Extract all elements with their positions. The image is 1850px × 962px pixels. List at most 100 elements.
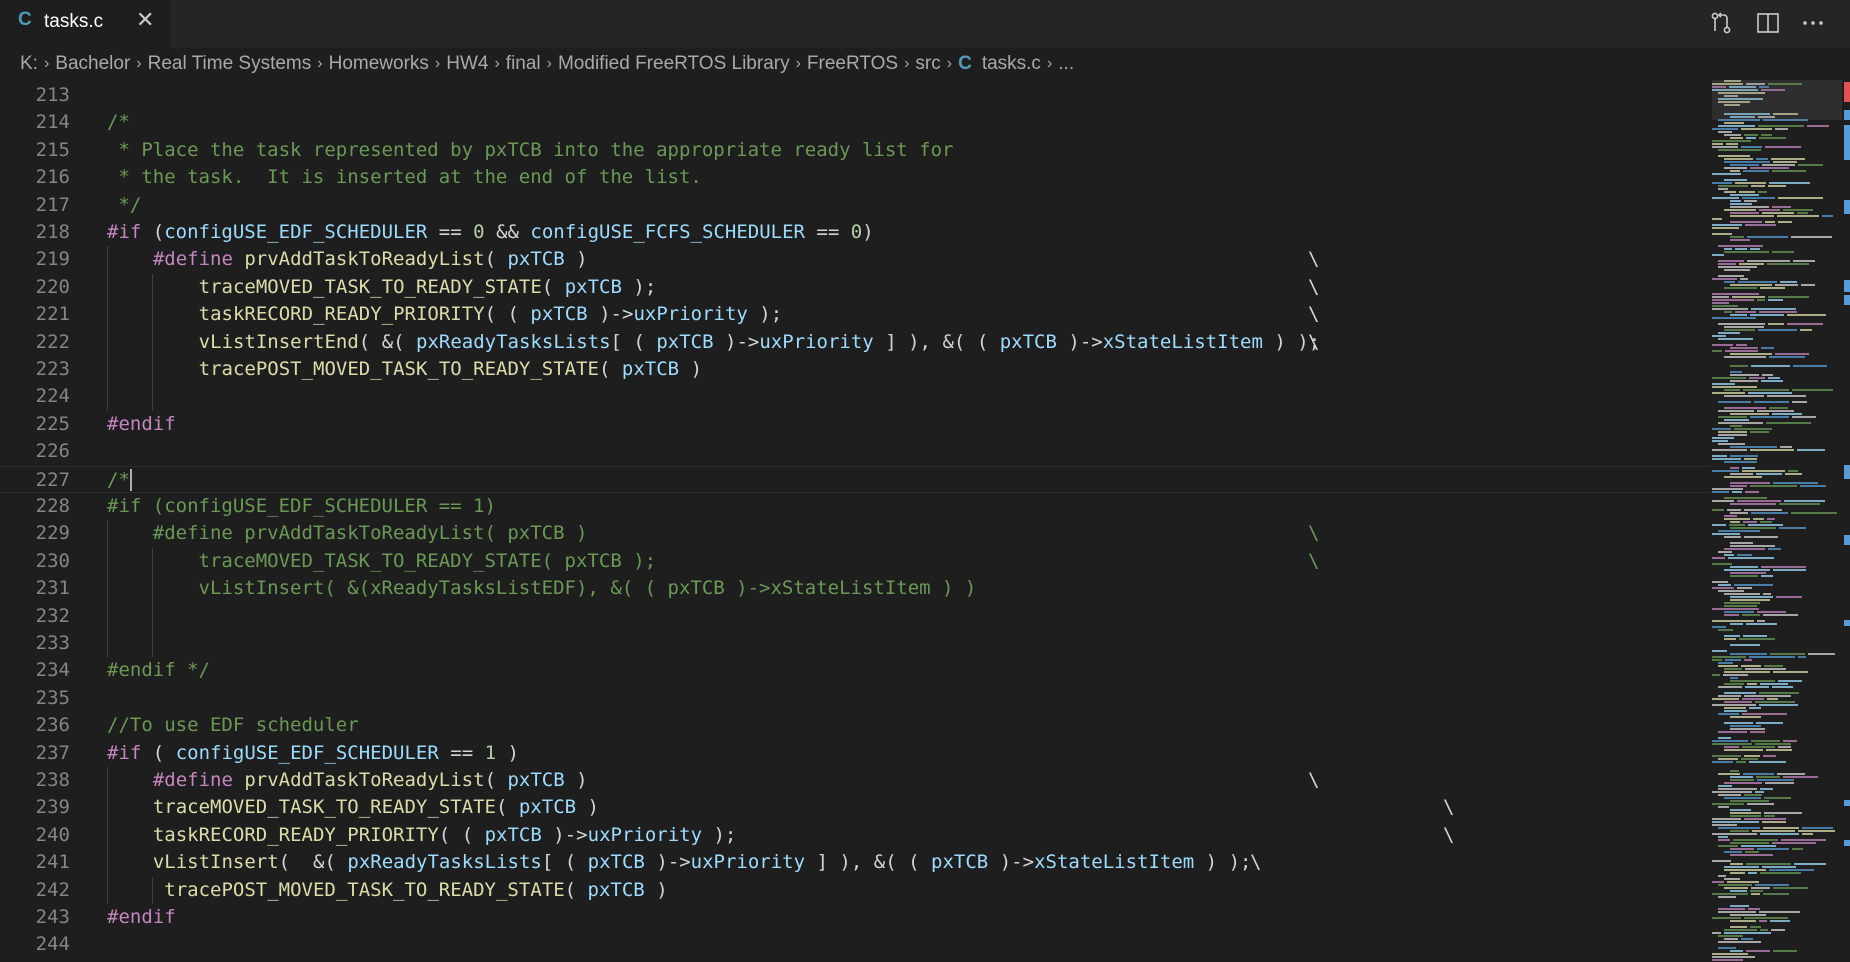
code-text: #if ( configUSE_EDF_SCHEDULER == 1 ) <box>107 741 519 764</box>
code-line[interactable]: 232 <box>0 603 1710 630</box>
breadcrumb-item[interactable]: FreeRTOS <box>807 53 898 75</box>
code-line[interactable]: 225 #endif <box>0 411 1710 438</box>
minimap-line <box>1741 146 1762 148</box>
minimap-line <box>1743 635 1767 637</box>
minimap-line <box>1724 722 1753 724</box>
code-line[interactable]: 213 <box>0 82 1710 109</box>
minimap-line <box>1730 776 1753 778</box>
open-changes-icon[interactable] <box>1708 10 1734 36</box>
tab-tasks-c[interactable]: C tasks.c ✕ <box>0 0 170 48</box>
minimap-line <box>1712 278 1737 280</box>
code-line[interactable]: 223 tracePOST_MOVED_TASK_TO_READY_STATE(… <box>0 356 1710 383</box>
code-line[interactable]: 215 * Place the task represented by pxTC… <box>0 137 1710 164</box>
minimap-line <box>1745 851 1759 853</box>
indent-guide <box>107 520 108 658</box>
code-line[interactable]: 220 traceMOVED_TASK_TO_READY_STATE( pxTC… <box>0 274 1710 301</box>
minimap-line <box>1802 827 1833 829</box>
code-line[interactable]: 243 #endif <box>0 904 1710 931</box>
code-text: taskRECORD_READY_PRIORITY( ( pxTCB )->ux… <box>152 823 737 846</box>
breadcrumb-item[interactable]: Modified FreeRTOS Library <box>558 53 790 75</box>
code-line[interactable]: 238 #define prvAddTaskToReadyList( pxTCB… <box>0 767 1710 794</box>
minimap-line <box>1745 686 1769 688</box>
breadcrumb-item[interactable]: HW4 <box>446 53 488 75</box>
code-line[interactable]: 228 #if (configUSE_EDF_SCHEDULER == 1) <box>0 493 1710 520</box>
minimap-line <box>1775 284 1798 286</box>
code-line[interactable]: 227 /* <box>0 465 1710 493</box>
minimap-line <box>1743 389 1789 391</box>
minimap-line <box>1718 794 1741 796</box>
minimap-line <box>1791 236 1832 238</box>
breadcrumb-symbols[interactable]: ... <box>1058 53 1074 75</box>
minimap-line <box>1742 746 1775 748</box>
code-editor[interactable]: 213 214 /* 215 * Place the task represented… <box>0 80 1710 962</box>
minimap-line <box>1730 830 1749 832</box>
minimap-line <box>1750 416 1789 418</box>
minimap-line <box>1724 287 1757 289</box>
breadcrumb-item[interactable]: src <box>915 53 940 75</box>
code-line[interactable]: 236 //To use EDF scheduler <box>0 712 1710 739</box>
code-line[interactable]: 244 <box>0 931 1710 958</box>
minimap-line <box>1712 227 1739 229</box>
minimap-line <box>1734 584 1773 586</box>
code-line[interactable]: 226 <box>0 438 1710 465</box>
close-icon[interactable]: ✕ <box>136 8 154 33</box>
minimap-line <box>1724 407 1766 409</box>
code-line[interactable]: 241 vListInsert( &( pxReadyTasksLists[ (… <box>0 849 1710 876</box>
minimap-line <box>1762 212 1794 214</box>
breadcrumb-item[interactable]: final <box>506 53 541 75</box>
code-line[interactable]: 219 #define prvAddTaskToReadyList( pxTCB… <box>0 246 1710 273</box>
code-line[interactable]: 234 #endif */ <box>0 657 1710 684</box>
split-editor-icon[interactable] <box>1755 10 1781 36</box>
code-line[interactable]: 224 <box>0 383 1710 410</box>
code-line[interactable]: 214 /* <box>0 109 1710 136</box>
minimap-line <box>1750 314 1784 316</box>
code-line[interactable]: 231 vListInsert( &(xReadyTasksListEDF), … <box>0 575 1710 602</box>
code-line[interactable]: 233 <box>0 630 1710 657</box>
minimap-line <box>1788 470 1798 472</box>
minimap-line <box>1718 785 1732 787</box>
minimap-line <box>1787 323 1823 325</box>
minimap-line <box>1718 245 1763 247</box>
code-line[interactable]: 230 traceMOVED_TASK_TO_READY_STATE( pxTC… <box>0 548 1710 575</box>
minimap-line <box>1718 839 1730 841</box>
minimap-line <box>1798 830 1835 832</box>
code-line[interactable]: 218 #if (configUSE_EDF_SCHEDULER == 0 && … <box>0 219 1710 246</box>
minimap-line <box>1718 713 1739 715</box>
minimap-line <box>1718 908 1745 910</box>
overview-ruler[interactable] <box>1844 80 1850 962</box>
code-line[interactable]: 235 <box>0 685 1710 712</box>
minimap-line <box>1712 293 1759 295</box>
overview-ruler-marker <box>1844 840 1850 846</box>
minimap-line <box>1718 827 1760 829</box>
code-line[interactable]: 239 traceMOVED_TASK_TO_READY_STATE( pxTC… <box>0 794 1710 821</box>
code-line[interactable]: 229 #define prvAddTaskToReadyList( pxTCB… <box>0 520 1710 547</box>
minimap-line <box>1794 863 1826 865</box>
code-line[interactable]: 240 taskRECORD_READY_PRIORITY( ( pxTCB )… <box>0 822 1710 849</box>
minimap-line <box>1757 611 1786 613</box>
code-line[interactable]: 237 #if ( configUSE_EDF_SCHEDULER == 1 ) <box>0 740 1710 767</box>
code-line[interactable]: 242 tracePOST_MOVED_TASK_TO_READY_STATE(… <box>0 877 1710 904</box>
minimap-line <box>1744 917 1788 919</box>
more-actions-icon[interactable] <box>1800 10 1826 36</box>
minimap-line <box>1760 521 1772 523</box>
breadcrumb-item[interactable]: Bachelor <box>55 53 130 75</box>
code-line[interactable]: 221 taskRECORD_READY_PRIORITY( ( pxTCB )… <box>0 301 1710 328</box>
code-line[interactable]: 222 vListInsertEnd( &( pxReadyTasksLists… <box>0 329 1710 356</box>
chevron-right-icon: › <box>795 55 801 72</box>
minimap-line <box>1750 449 1794 451</box>
line-number: 226 <box>35 440 70 463</box>
minimap-line <box>1742 467 1755 469</box>
minimap-line <box>1745 668 1786 670</box>
code-text: traceMOVED_TASK_TO_READY_STATE( pxTCB ); <box>198 275 657 298</box>
breadcrumb-item[interactable]: Real Time Systems <box>148 53 312 75</box>
minimap-line <box>1745 224 1776 226</box>
breadcrumb-item[interactable]: Homeworks <box>329 53 429 75</box>
breadcrumb-file[interactable]: tasks.c <box>982 53 1041 75</box>
code-line[interactable]: 216 * the task. It is inserted at the en… <box>0 164 1710 191</box>
minimap-line <box>1730 677 1738 679</box>
code-line[interactable]: 217 */ <box>0 192 1710 219</box>
minimap-viewport[interactable] <box>1712 80 1842 120</box>
minimap-line <box>1784 500 1825 502</box>
minimap[interactable] <box>1712 80 1842 962</box>
breadcrumb-item[interactable]: K: <box>20 53 38 75</box>
